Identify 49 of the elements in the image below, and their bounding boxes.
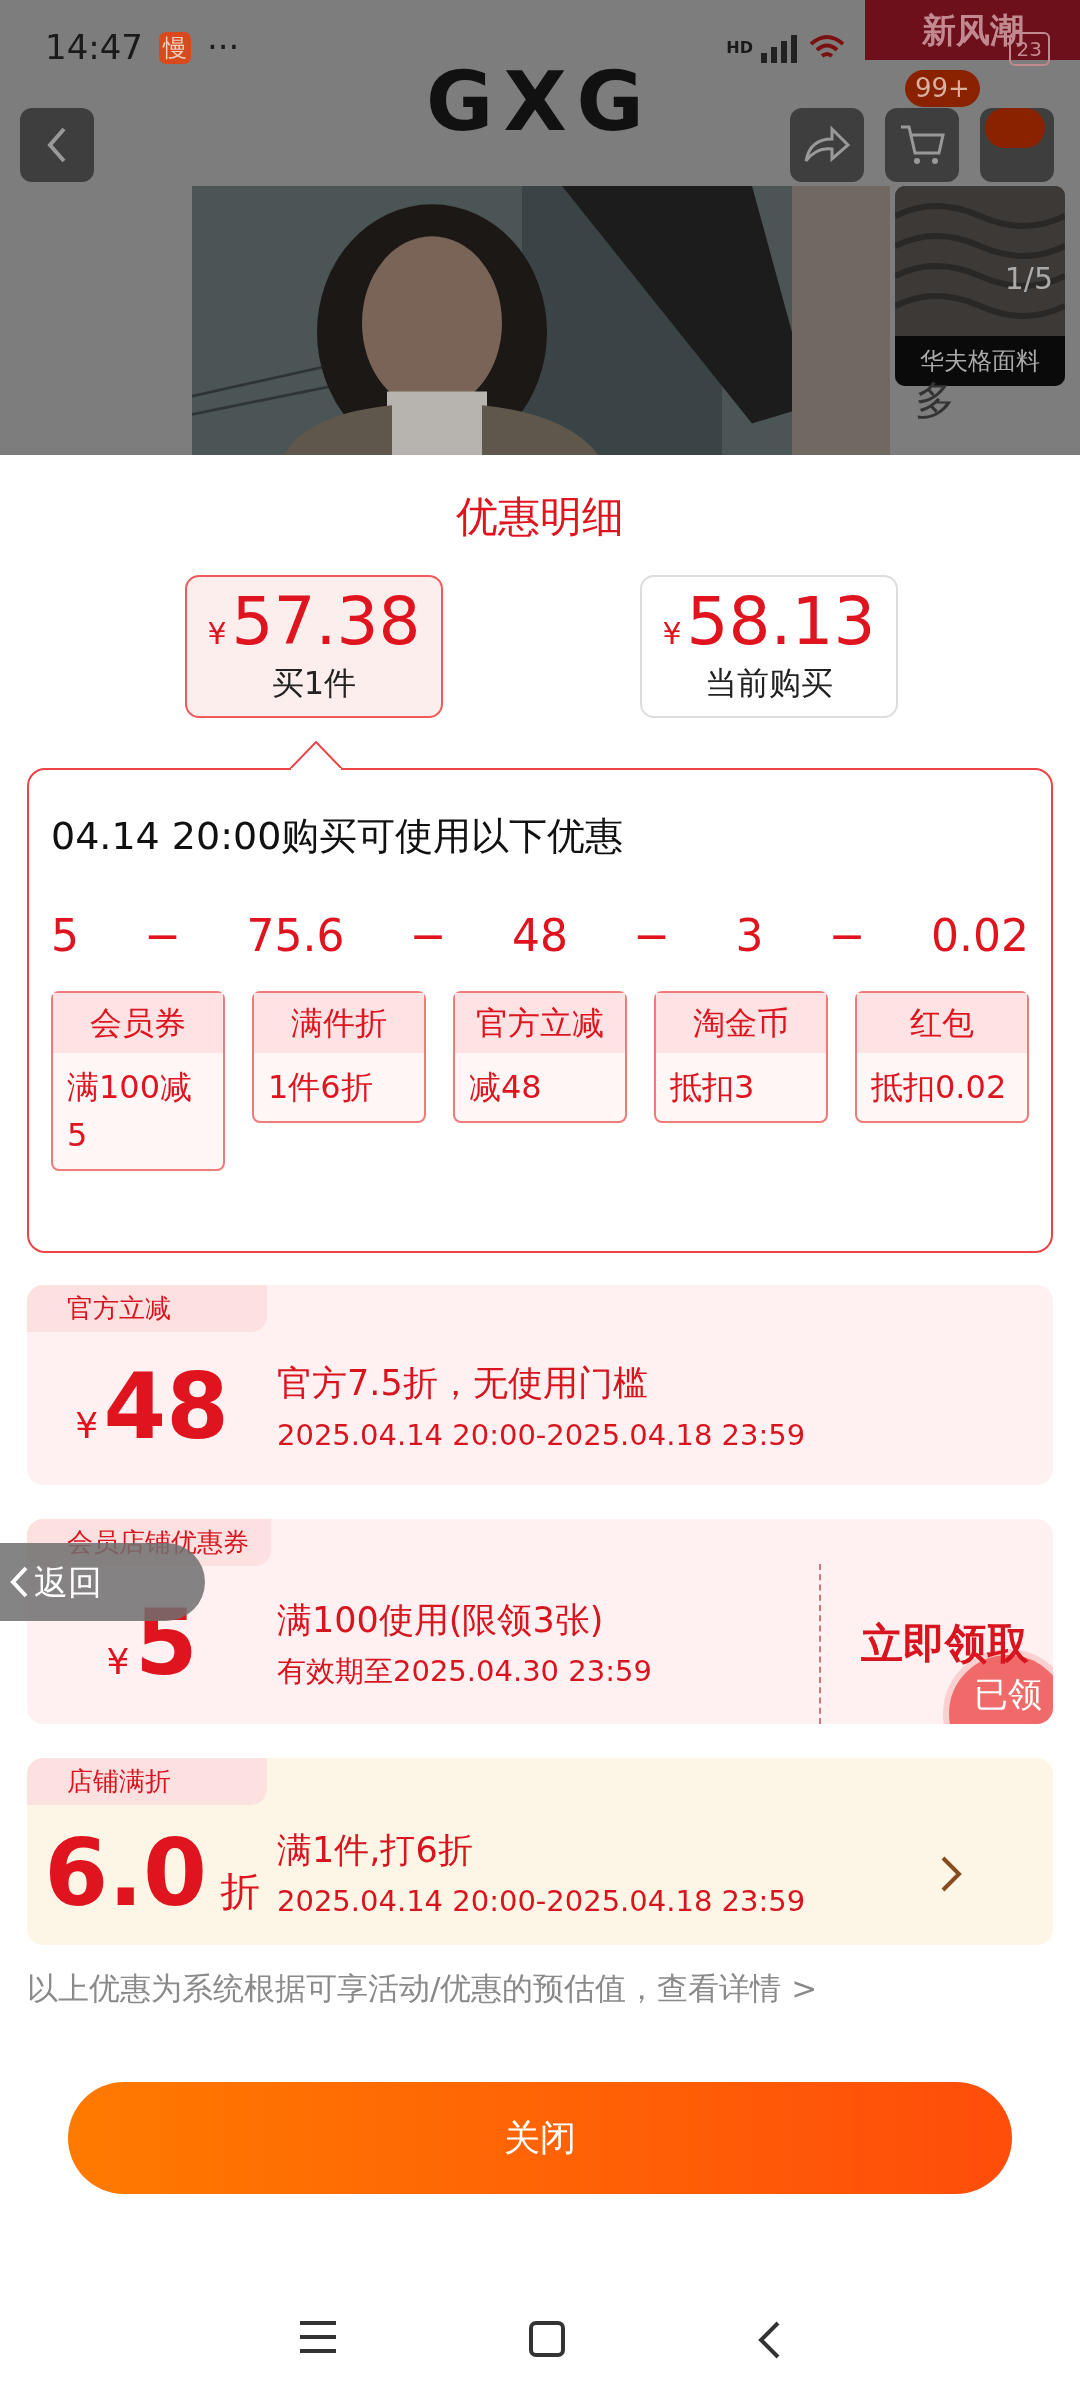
minus-sign: − (144, 909, 182, 963)
discount-chip: 官方立减 减48 (453, 991, 627, 1123)
cart-icon (899, 124, 945, 166)
cart-button[interactable] (885, 108, 959, 182)
discount-amount: 0.02 (930, 909, 1029, 963)
share-icon (802, 125, 852, 165)
color-option-label: 多 (915, 378, 955, 422)
message-badge (985, 108, 1045, 148)
coupon-period: 有效期至2025.04.30 23:59 (277, 1653, 652, 1690)
coupon-title: 满1件,打6折 (277, 1828, 474, 1872)
minus-sign: − (828, 909, 866, 963)
coupon-period: 2025.04.14 20:00-2025.04.18 23:59 (277, 1416, 806, 1454)
discount-chip: 会员券 满100减5 (51, 991, 225, 1171)
image-counter: 1/5 (1004, 260, 1053, 298)
network-label: HD (726, 36, 753, 59)
back-button[interactable] (20, 108, 94, 182)
estimate-note[interactable]: 以上优惠为系统根据可享活动/优惠的预估值，查看详情 > (0, 1945, 1080, 2032)
sheet-title: 优惠明细 (455, 491, 625, 543)
discount-amount: 3 (735, 909, 764, 963)
discount-value: 6.0 折 (44, 1819, 260, 1929)
discount-chip: 红包 抵扣0.02 (855, 991, 1029, 1123)
brand-logo: GXG (426, 54, 654, 149)
discount-amount: 48 (511, 909, 568, 963)
discount-chip: 淘金币 抵扣3 (654, 991, 828, 1123)
cart-count-badge: 99+ (905, 70, 980, 108)
share-button[interactable] (790, 108, 864, 182)
coupon-value: ¥48 (75, 1352, 229, 1461)
discount-amount: 75.6 (246, 909, 345, 963)
discount-chip: 满件折 1件6折 (252, 991, 426, 1123)
back-icon[interactable] (756, 2320, 782, 2360)
coupon-title: 满100使用(限领3张) (277, 1598, 605, 1642)
coupon-title: 官方7.5折，无使用门槛 (277, 1362, 649, 1405)
home-icon[interactable] (528, 2320, 566, 2358)
status-time: 14:47 (45, 26, 143, 69)
close-button[interactable]: 关闭 (68, 2081, 1012, 2194)
menu-icon[interactable] (298, 2320, 338, 2354)
detail-heading: 04.14 20:00购买可使用以下优惠 (51, 813, 625, 860)
chevron-left-icon (8, 1565, 30, 1599)
app-badge: 慢 (159, 31, 191, 64)
coupon-tag: 官方立减 (27, 1285, 267, 1332)
coupon-tag: 店铺满折 (27, 1758, 267, 1805)
minus-sign: − (633, 909, 671, 963)
minus-sign: − (409, 909, 447, 963)
thumbnail-caption: 华夫格面料 (920, 346, 1040, 377)
more-dots: ··· (207, 26, 240, 69)
price-option-tab[interactable]: ¥58.13 当前购买 (640, 575, 898, 718)
coupon-period: 2025.04.14 20:00-2025.04.18 23:59 (277, 1883, 806, 1920)
discount-amount: 5 (51, 909, 79, 963)
price-option-tab[interactable]: ¥57.38 买1件 (185, 575, 443, 718)
